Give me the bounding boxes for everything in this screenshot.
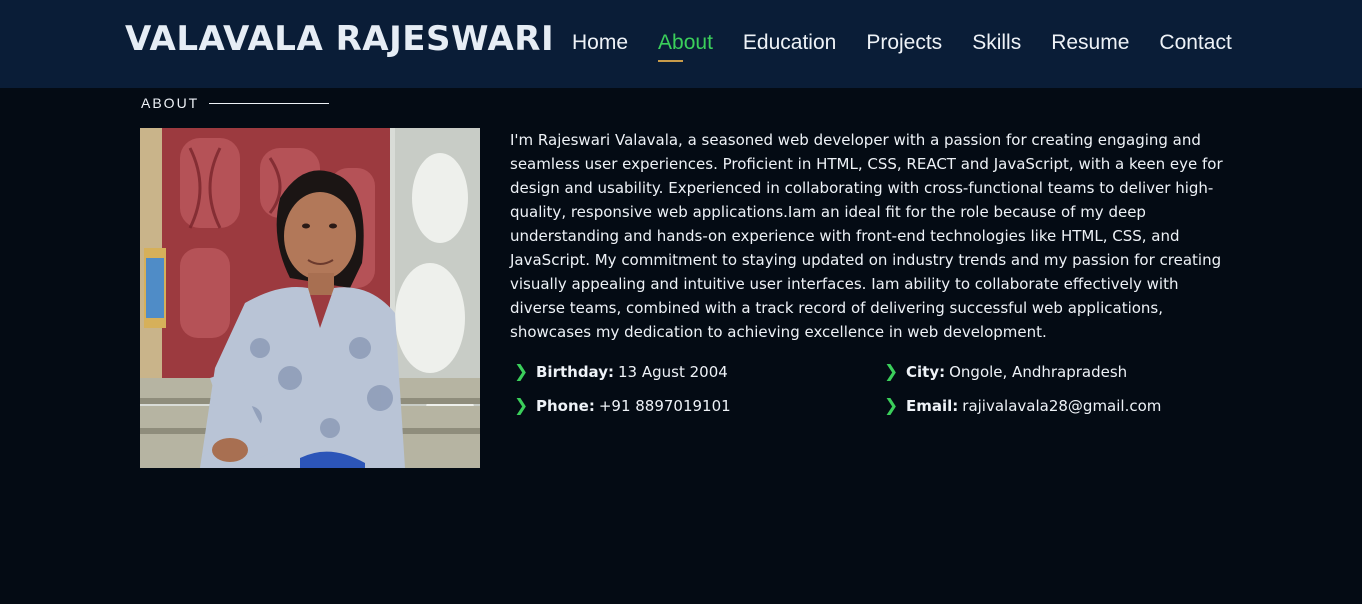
brand-logo[interactable]: VALAVALA RAJESWARI xyxy=(125,17,554,61)
nav-education[interactable]: Education xyxy=(743,30,836,56)
birthday-label: Birthday: xyxy=(536,363,614,381)
profile-photo xyxy=(140,128,480,468)
about-section-title: ABOUT xyxy=(141,94,330,112)
phone-label: Phone: xyxy=(536,397,595,415)
phone-value: +91 8897019101 xyxy=(598,397,731,415)
section-title-text: ABOUT xyxy=(141,95,200,111)
nav-about[interactable]: About xyxy=(658,30,713,62)
chevron-right-icon: ❯ xyxy=(884,396,899,416)
nav-skills[interactable]: Skills xyxy=(972,30,1021,56)
email-value[interactable]: rajivalavala28@gmail.com xyxy=(962,396,1161,416)
email-label: Email: xyxy=(906,397,959,415)
chevron-right-icon: ❯ xyxy=(884,362,899,382)
main-nav: Home About Education Projects Skills Res… xyxy=(572,30,1232,62)
about-content: I'm Rajeswari Valavala, a seasoned web d… xyxy=(510,128,1230,416)
about-bio: I'm Rajeswari Valavala, a seasoned web d… xyxy=(510,131,1223,341)
section-title-divider xyxy=(209,102,330,104)
chevron-right-icon: ❯ xyxy=(514,362,529,382)
site-header: VALAVALA RAJESWARI Home About Education … xyxy=(0,0,1362,88)
detail-birthday: ❯ Birthday: 13 Agust 2004 xyxy=(510,362,728,382)
city-value: Ongole, Andhrapradesh xyxy=(949,363,1128,381)
nav-resume[interactable]: Resume xyxy=(1051,30,1129,56)
nav-projects[interactable]: Projects xyxy=(866,30,942,56)
nav-home[interactable]: Home xyxy=(572,30,628,56)
detail-email: ❯ Email: rajivalavala28@gmail.com xyxy=(880,396,1161,416)
birthday-value: 13 Agust 2004 xyxy=(618,363,728,381)
detail-phone: ❯ Phone: +91 8897019101 xyxy=(510,396,731,416)
detail-city: ❯ City: Ongole, Andhrapradesh xyxy=(880,362,1127,382)
city-label: City: xyxy=(906,363,946,381)
nav-contact[interactable]: Contact xyxy=(1159,30,1231,56)
chevron-right-icon: ❯ xyxy=(514,396,529,416)
